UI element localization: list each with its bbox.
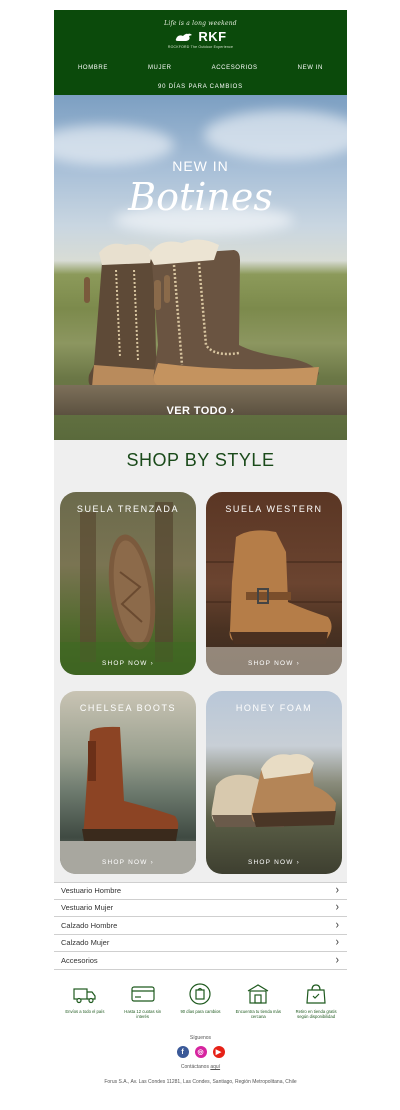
shop-now-link[interactable]: SHOP NOW ›	[60, 859, 196, 866]
hero-title: Botines	[128, 175, 273, 219]
style-card-image	[206, 530, 342, 675]
shop-now-link[interactable]: SHOP NOW ›	[206, 859, 342, 866]
category-menu: Vestuario Hombre › Vestuario Mujer › Calza…	[54, 882, 347, 970]
truck-icon	[73, 987, 96, 1003]
style-card-suela-western[interactable]: SUELA WESTERN SHOP NOW ›	[206, 492, 342, 675]
email-container: Life is a long weekend RKF ROCKFORD The …	[54, 10, 347, 1085]
credit-card-icon	[131, 985, 155, 1002]
menu-item-vestuario-mujer[interactable]: Vestuario Mujer ›	[54, 900, 347, 917]
instagram-icon[interactable]: ◎	[194, 1046, 207, 1059]
nav-mujer[interactable]: MUJER	[148, 65, 172, 71]
tagline: Life is a long weekend	[164, 20, 237, 27]
style-card-image	[211, 754, 336, 827]
menu-item-calzado-hombre[interactable]: Calzado Hombre ›	[54, 917, 347, 935]
company-address: Forus S.A., Av. Las Condes 11281, Las Co…	[104, 1079, 297, 1086]
shop-now-link[interactable]: SHOP NOW ›	[206, 660, 342, 667]
menu-item-accesorios[interactable]: Accesorios ›	[54, 952, 347, 970]
chevron-right-icon: ›	[335, 901, 339, 915]
logo-text: RKF	[198, 29, 227, 44]
hero-cta-button[interactable]: VER TODO ›	[54, 405, 347, 417]
facebook-icon[interactable]: f	[176, 1046, 189, 1059]
card-label: SUELA WESTERN	[225, 504, 323, 514]
benefit-store-locator[interactable]: Encuentra tu tienda más cercana	[234, 982, 282, 1020]
youtube-icon[interactable]: ▶	[212, 1046, 225, 1059]
card-label: SUELA TRENZADA	[76, 504, 180, 514]
style-card-suela-trenzada[interactable]: SUELA TRENZADA SHOP NOW ›	[60, 492, 196, 675]
chevron-right-icon: ›	[335, 884, 339, 898]
pickup-bag-icon	[306, 983, 326, 1004]
nav-hombre[interactable]: HOMBRE	[78, 65, 108, 71]
logo-subtitle: ROCKFORD The Outdoor Experience	[167, 45, 234, 49]
hero-subtitle: NEW IN	[172, 158, 229, 174]
store-icon	[247, 983, 269, 1004]
main-nav: HOMBRE MUJER ACCESORIOS NEW IN	[54, 65, 347, 71]
style-card-chelsea-boots[interactable]: CHELSEA BOOTS SHOP NOW ›	[60, 691, 196, 874]
benefit-pickup[interactable]: Retiro en tienda gratis según disponibil…	[292, 982, 340, 1020]
benefit-shipping[interactable]: Envíos a todo el país	[61, 982, 109, 1020]
menu-item-vestuario-hombre[interactable]: Vestuario Hombre ›	[54, 882, 347, 900]
chevron-right-icon: ›	[335, 936, 339, 950]
follow-label: Síguenos	[189, 1035, 212, 1042]
section-title: SHOP BY STYLE	[126, 450, 275, 470]
chevron-right-icon: ›	[335, 953, 339, 967]
benefit-installments[interactable]: Hasta 12 cuotas sin interés	[119, 982, 167, 1020]
card-label: CHELSEA BOOTS	[79, 703, 177, 713]
duck-logo-icon	[176, 33, 193, 41]
card-label: HONEY FOAM	[235, 703, 313, 713]
style-card-image	[60, 502, 196, 675]
chevron-right-icon: ›	[335, 918, 339, 932]
benefit-exchanges[interactable]: 90 días para cambios	[176, 982, 224, 1020]
style-card-honey-foam[interactable]: HONEY FOAM SHOP NOW ›	[206, 691, 342, 874]
style-card-image	[60, 726, 196, 874]
shop-now-link[interactable]: SHOP NOW ›	[60, 660, 196, 667]
social-links: f ◎ ▶	[54, 1046, 347, 1059]
promo-bar: 90 DÍAS PARA CAMBIOS	[158, 84, 243, 90]
shop-by-style-section: SHOP BY STYLE SUELA TRENZADA SHOP NOW ›	[54, 440, 347, 882]
hero-banner[interactable]: NEW IN Botines VER TODO ›	[54, 95, 347, 440]
contact-link[interactable]: aquí	[210, 1064, 220, 1070]
nav-accesorios[interactable]: ACCESORIOS	[212, 65, 258, 71]
hero-cta-label: VER TODO	[166, 405, 227, 417]
exchange-icon	[189, 982, 212, 1005]
contact-line: Contáctanos aquí	[180, 1064, 221, 1071]
nav-new-in[interactable]: NEW IN	[298, 65, 323, 71]
chevron-right-icon: ›	[230, 405, 235, 417]
header: Life is a long weekend RKF ROCKFORD The …	[54, 10, 347, 95]
benefits-row: Envíos a todo el país Hasta 12 cuotas si…	[54, 970, 347, 1020]
logo[interactable]: Life is a long weekend RKF ROCKFORD The …	[54, 20, 347, 49]
menu-item-calzado-mujer[interactable]: Calzado Mujer ›	[54, 935, 347, 952]
